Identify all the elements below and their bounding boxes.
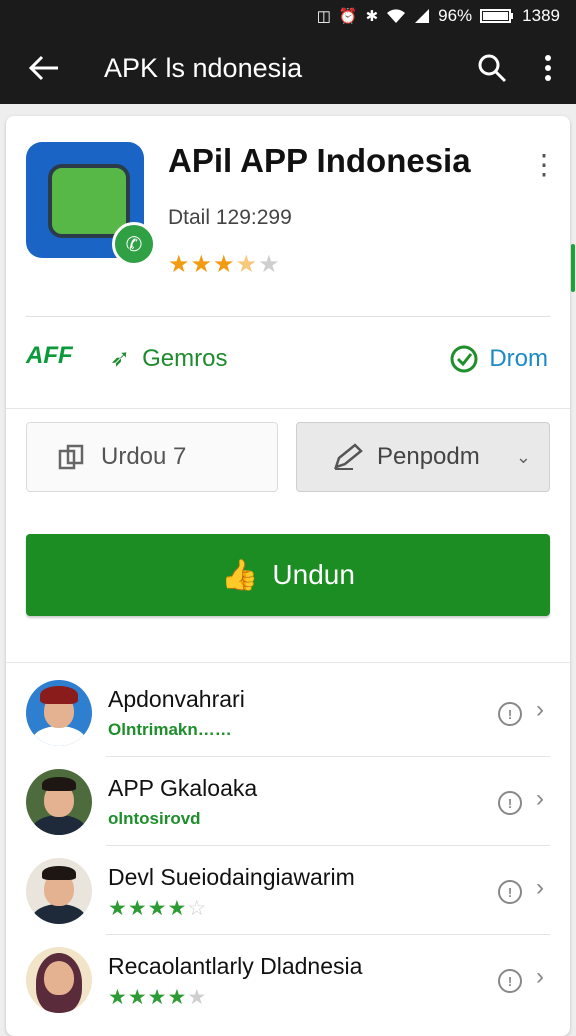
list-item[interactable]: Apdonvahrari Olntrimakn…… ! ›: [6, 668, 570, 757]
list-item-title: Apdonvahrari: [108, 686, 245, 712]
rating-stars: ★★★★★: [168, 251, 281, 278]
search-button[interactable]: [464, 53, 520, 83]
list-item-subtitle: Olntrimakn……: [108, 720, 232, 739]
list-item-title: APP Gkaloaka: [108, 775, 258, 801]
chevron-right-icon[interactable]: ›: [536, 963, 544, 991]
info-icon[interactable]: !: [498, 791, 522, 815]
apk-badge: AFF: [26, 342, 73, 369]
drom-link[interactable]: Drom: [449, 344, 548, 374]
chevron-right-icon[interactable]: ›: [536, 785, 544, 813]
chat-bubble-icon: [48, 164, 130, 238]
list-item-title: Devl Sueiodaingiawarim: [108, 864, 355, 890]
chevron-down-icon: ⌄: [515, 446, 531, 467]
app-bar: APK ls ndonesia: [0, 32, 576, 104]
info-icon[interactable]: !: [498, 702, 522, 726]
info-icon[interactable]: !: [498, 969, 522, 993]
app-detail-card: ✆ APil APP Indonesia Dtail 129:299 ★★★★★…: [6, 116, 570, 1036]
search-icon: [478, 54, 507, 83]
genre-link[interactable]: ➶ Gemros: [110, 344, 227, 373]
app-name: APil APP Indonesia: [168, 142, 471, 179]
rating-stars: ★★★★★: [108, 986, 208, 1009]
app-detail-text: Dtail 129:299: [168, 206, 292, 229]
chevron-right-icon[interactable]: ›: [536, 874, 544, 902]
app-bar-title: APK ls ndonesia: [104, 52, 303, 83]
divider: [26, 316, 550, 317]
status-bar: ◫ ⏰ ✱ 96% 1389: [0, 0, 576, 32]
undun-label: Undun: [272, 559, 355, 590]
urdou-button[interactable]: Urdou 7: [26, 422, 278, 492]
overflow-menu-icon: [545, 55, 551, 81]
battery-icon: [480, 9, 514, 23]
clock: 1389: [522, 6, 560, 25]
phone-icon: ✆: [112, 222, 156, 266]
avatar: [26, 680, 92, 746]
avatar: [26, 769, 92, 835]
list-item[interactable]: Devl Sueiodaingiawarim ★★★★☆ ! ›: [6, 846, 570, 935]
back-arrow-icon: [28, 55, 58, 81]
penpodm-dropdown[interactable]: Penpodm ⌄: [296, 422, 550, 492]
edit-pencil-icon: [334, 443, 363, 470]
bluetooth-icon: ✱: [365, 8, 379, 25]
copy-icon: [58, 444, 84, 470]
rating-stars: ★★★★☆: [108, 897, 208, 920]
nfc-icon: ◫: [316, 8, 331, 25]
chevron-right-icon[interactable]: ›: [536, 696, 544, 724]
avatar: [26, 947, 92, 1013]
app-list: Apdonvahrari Olntrimakn…… ! › APP Gkaloa…: [6, 668, 570, 1024]
genre-label: Gemros: [142, 344, 228, 372]
divider: [6, 662, 570, 663]
penpodm-label: Penpodm: [377, 443, 480, 470]
battery-percent: 96%: [438, 6, 473, 25]
info-icon[interactable]: !: [498, 880, 522, 904]
card-menu-icon[interactable]: ⋮: [530, 148, 558, 181]
list-item[interactable]: Recaolantlarly Dladnesia ★★★★★ ! ›: [6, 935, 570, 1024]
back-button[interactable]: [0, 54, 88, 82]
list-item[interactable]: APP Gkaloaka olntosirovd ! ›: [6, 757, 570, 846]
wifi-icon: [387, 9, 406, 23]
list-item-title: Recaolantlarly Dladnesia: [108, 953, 363, 979]
signal-icon: [415, 9, 430, 23]
alarm-icon: ⏰: [338, 8, 358, 25]
overflow-menu-button[interactable]: [520, 54, 576, 82]
avatar: [26, 858, 92, 924]
urdou-label: Urdou 7: [101, 443, 187, 470]
list-item-subtitle: olntosirovd: [108, 809, 201, 828]
thumbs-up-icon: 👍: [221, 558, 259, 592]
divider: [6, 408, 570, 409]
drom-label: Drom: [489, 345, 548, 372]
arrow-tag-icon: ➶: [110, 345, 131, 372]
undun-button[interactable]: 👍 Undun: [26, 534, 550, 616]
app-logo-icon: ✆: [26, 142, 156, 266]
check-circle-icon: [450, 345, 478, 373]
scroll-indicator: [571, 244, 575, 292]
